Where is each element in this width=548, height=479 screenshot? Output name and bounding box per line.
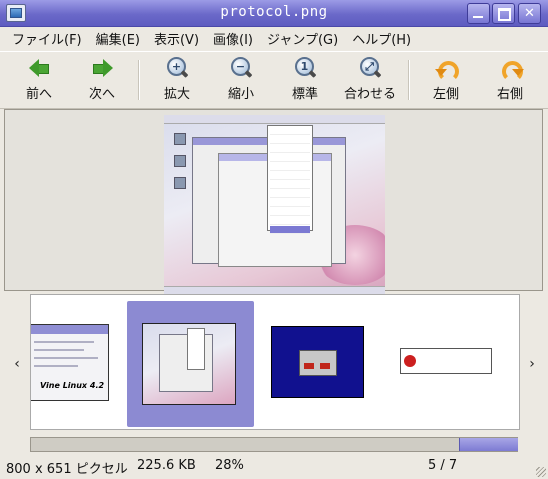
window-title: protocol.png xyxy=(220,4,328,20)
prev-button[interactable]: 前へ xyxy=(20,57,58,105)
menu-image[interactable]: 画像(I) xyxy=(207,27,259,50)
fit-label: 合わせる xyxy=(343,87,396,102)
close-button[interactable]: ✕ xyxy=(518,3,541,24)
image-view[interactable] xyxy=(4,109,543,295)
image-desktop-icon xyxy=(174,133,186,145)
alert-icon xyxy=(404,355,416,367)
arrow-left-icon xyxy=(28,57,50,79)
normal-size-label: 標準 xyxy=(291,87,318,102)
title-bar: protocol.png ✕ xyxy=(0,0,548,27)
file-size: 225.6 KB xyxy=(137,458,196,473)
displayed-image xyxy=(164,115,385,295)
normal-size-button[interactable]: 1 標準 xyxy=(286,57,324,105)
chevron-right-icon[interactable]: › xyxy=(525,356,539,372)
scrollbar-thumb[interactable] xyxy=(459,438,518,451)
close-icon: ✕ xyxy=(524,6,535,21)
next-label: 次へ xyxy=(88,87,115,102)
menu-help[interactable]: ヘルプ(H) xyxy=(346,27,417,50)
menu-bar: ファイル(F) 編集(E) 表示(V) 画像(I) ジャンプ(G) ヘルプ(H) xyxy=(0,27,548,50)
image-popup-menu xyxy=(267,125,313,234)
thumbnail-scrollbar[interactable] xyxy=(30,437,518,452)
thumbnail-strip: ‹ Vine Linux 4.2 › xyxy=(4,294,543,430)
image-top-panel xyxy=(164,115,385,124)
toolbar: 前へ 次へ + 拡大 − 縮小 1 標準 ⤢ 合わせる 左側 右側 xyxy=(0,51,548,109)
zoom-out-label: 縮小 xyxy=(227,87,254,102)
rotate-right-button[interactable]: 右側 xyxy=(492,57,528,105)
status-bar: 800 x 651 ピクセル 225.6 KB 28% 5 / 7 xyxy=(0,455,548,479)
rotate-right-label: 右側 xyxy=(496,87,523,102)
zoom-fit-icon: ⤢ xyxy=(359,57,381,79)
rotate-left-button[interactable]: 左側 xyxy=(428,57,464,105)
rotate-left-icon xyxy=(435,57,459,82)
rotate-right-icon xyxy=(499,57,524,82)
zoom-out-button[interactable]: − 縮小 xyxy=(222,57,260,105)
zoom-level: 28% xyxy=(215,458,244,473)
fit-button[interactable]: ⤢ 合わせる xyxy=(342,57,398,105)
toolbar-separator xyxy=(138,60,140,100)
zoom-out-icon: − xyxy=(230,57,252,79)
zoom-normal-icon: 1 xyxy=(294,57,316,79)
thumbnail-list: Vine Linux 4.2 xyxy=(30,294,520,430)
zoom-in-button[interactable]: + 拡大 xyxy=(158,57,196,105)
thumbnail-caption: Vine Linux 4.2 xyxy=(40,381,105,390)
image-dimensions: 800 x 651 ピクセル xyxy=(6,462,128,477)
menu-edit[interactable]: 編集(E) xyxy=(90,27,146,50)
maximize-button[interactable] xyxy=(492,3,515,24)
image-position: 5 / 7 xyxy=(428,458,458,473)
zoom-in-label: 拡大 xyxy=(163,87,190,102)
zoom-in-icon: + xyxy=(166,57,188,79)
chevron-left-icon[interactable]: ‹ xyxy=(10,356,24,372)
next-button[interactable]: 次へ xyxy=(83,57,121,105)
minimize-icon xyxy=(473,16,483,18)
image-desktop-icon xyxy=(174,155,186,167)
prev-label: 前へ xyxy=(25,87,52,102)
arrow-right-icon xyxy=(91,57,113,79)
thumbnail-item[interactable]: Vine Linux 4.2 xyxy=(31,324,109,401)
thumbnail-item[interactable] xyxy=(271,326,364,398)
maximize-icon xyxy=(498,8,511,21)
thumbnail-item[interactable] xyxy=(400,348,492,374)
menu-go[interactable]: ジャンプ(G) xyxy=(261,27,344,50)
menu-file[interactable]: ファイル(F) xyxy=(6,27,88,50)
thumbnail-item-selected[interactable] xyxy=(142,323,236,405)
toolbar-separator xyxy=(408,60,410,100)
menu-view[interactable]: 表示(V) xyxy=(148,27,205,50)
rotate-left-label: 左側 xyxy=(432,87,459,102)
image-desktop-icon xyxy=(174,177,186,189)
minimize-button[interactable] xyxy=(467,3,490,24)
resize-grip[interactable] xyxy=(536,467,546,477)
